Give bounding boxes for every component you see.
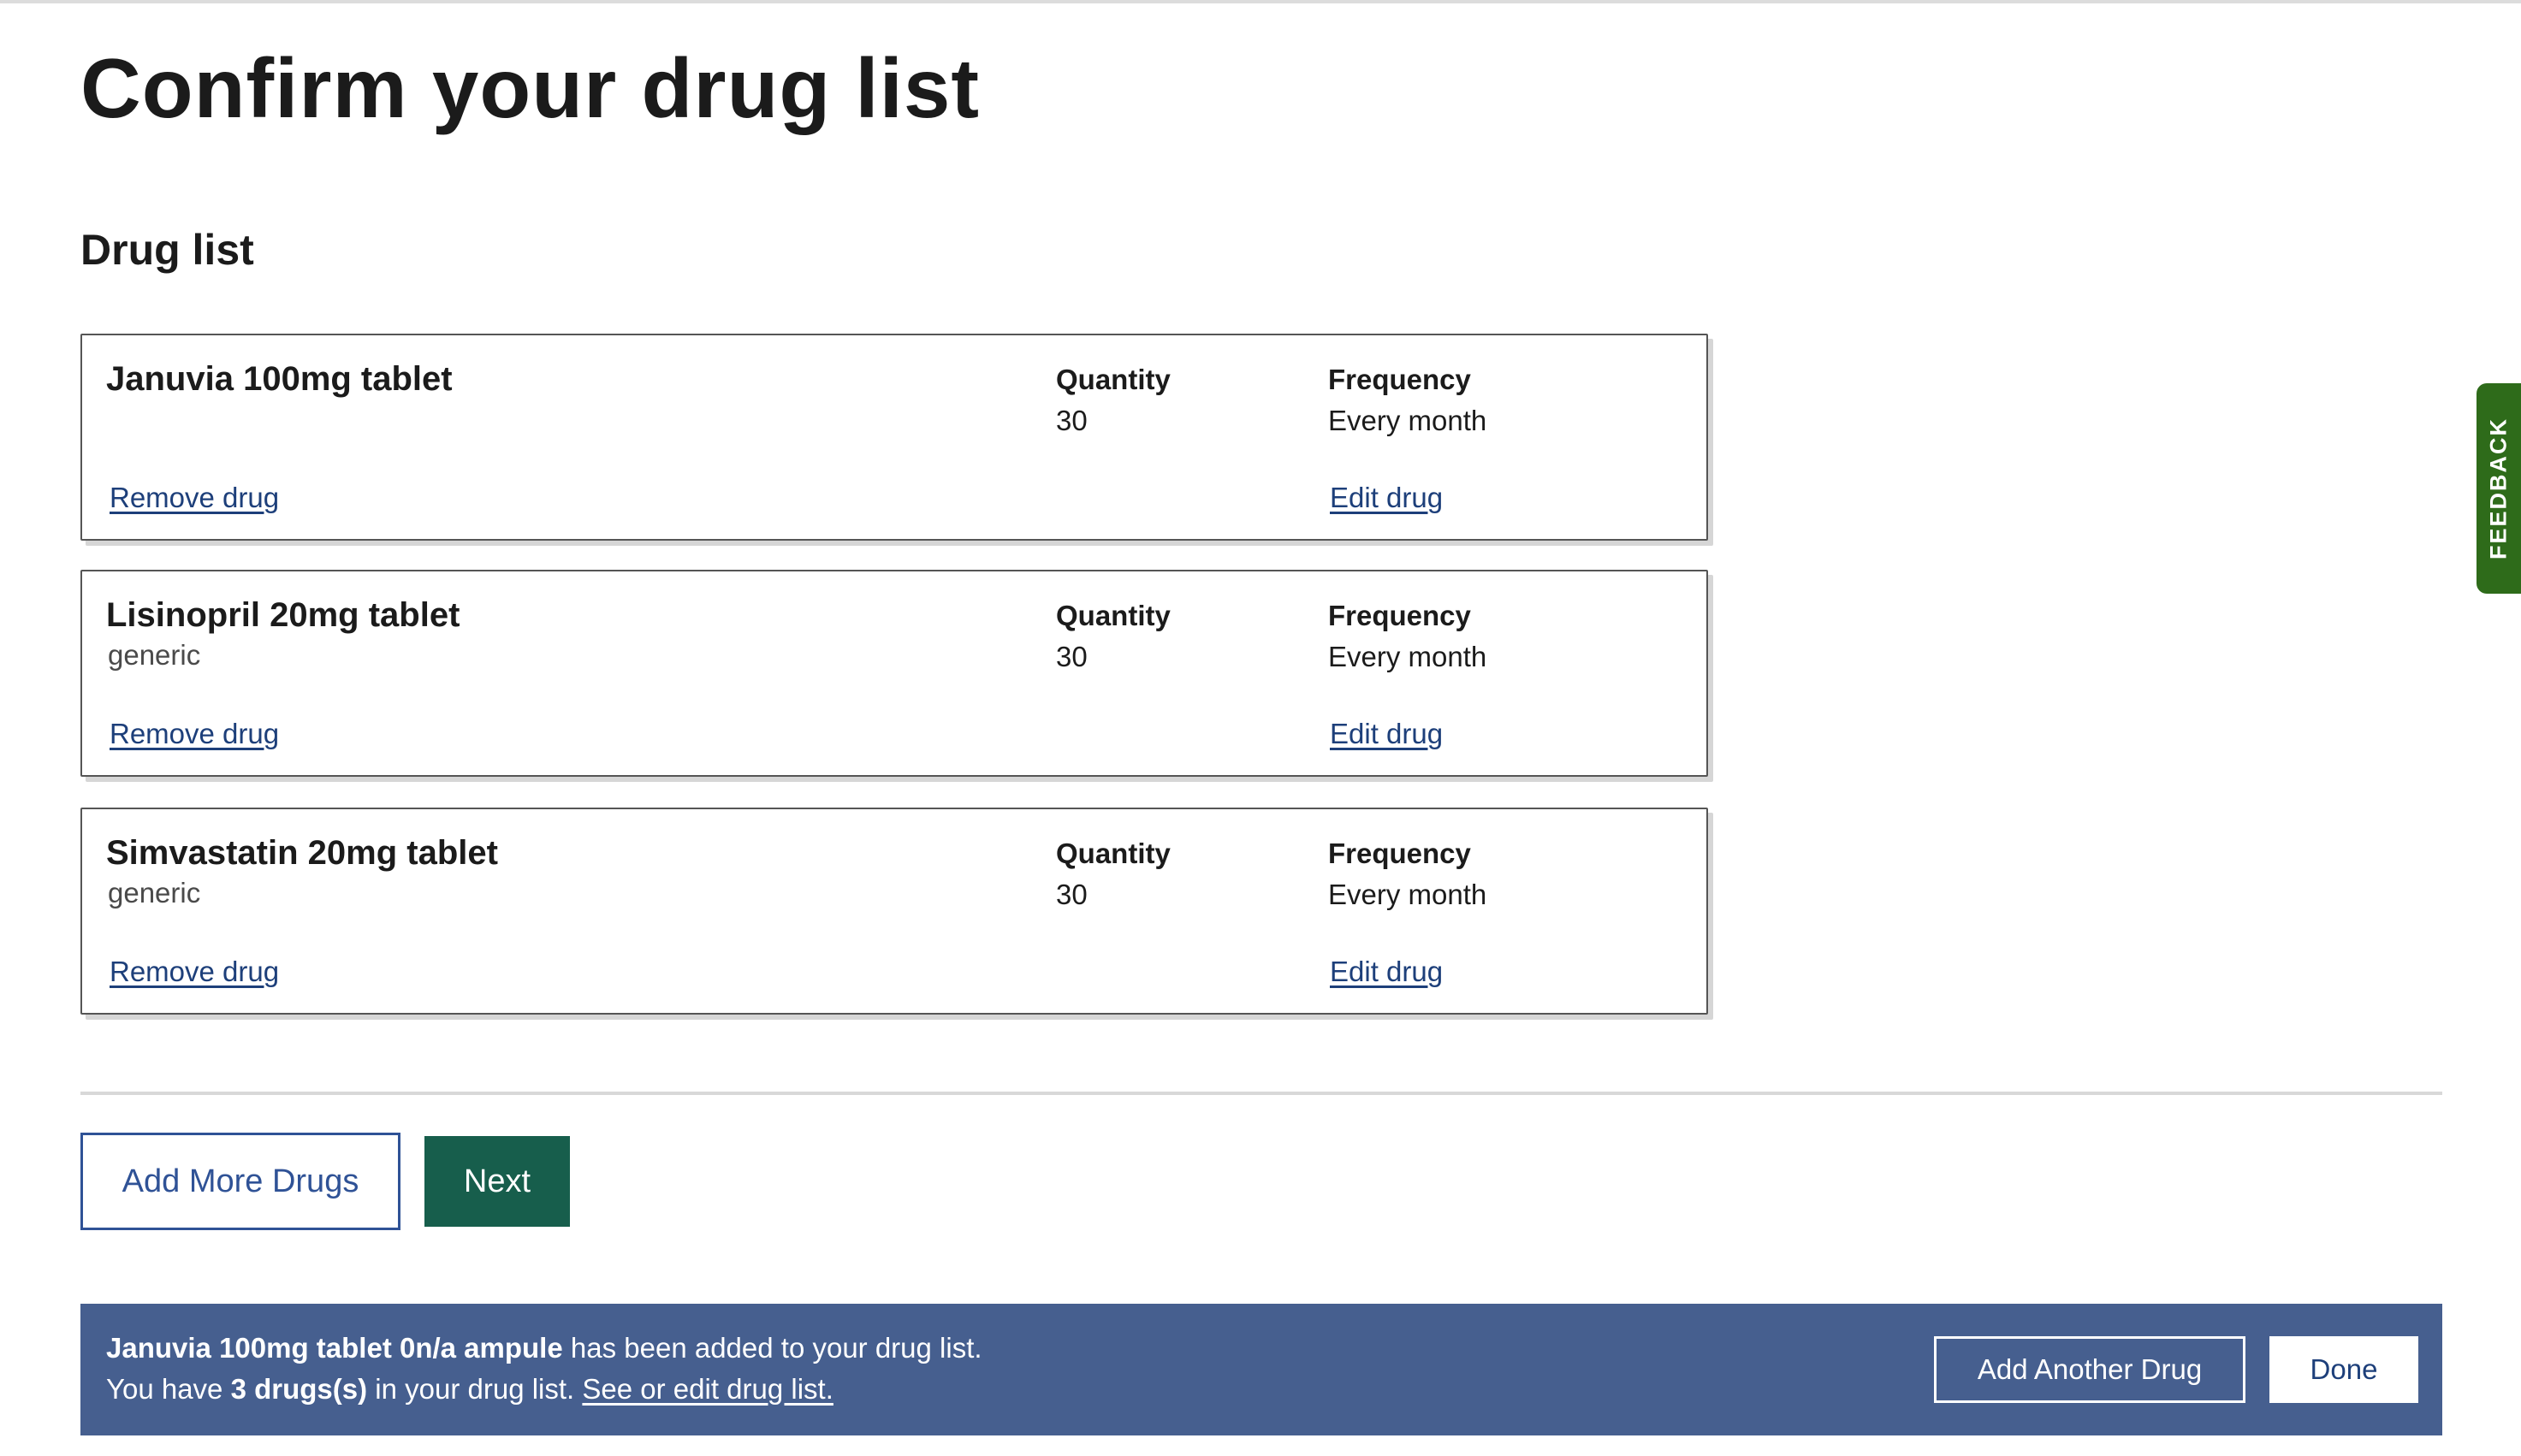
top-border	[0, 0, 2521, 3]
drug-card: Januvia 100mg tablet Quantity 30 Frequen…	[80, 334, 1708, 541]
added-drug-name: Januvia 100mg tablet 0n/a ampule	[106, 1332, 563, 1364]
frequency-value: Every month	[1328, 879, 1487, 910]
notification-count: You have 3 drugs(s) in your drug list. S…	[106, 1370, 833, 1408]
quantity-label: Quantity	[1056, 364, 1171, 395]
frequency-value: Every month	[1328, 405, 1487, 436]
count-prefix-text: You have	[106, 1373, 231, 1405]
quantity-value: 30	[1056, 405, 1088, 436]
remove-drug-link[interactable]: Remove drug	[110, 717, 279, 751]
drug-name: Januvia 100mg tablet	[106, 360, 453, 398]
drug-count: 3 drugs(s)	[230, 1373, 368, 1405]
drug-card: Lisinopril 20mg tablet generic Quantity …	[80, 570, 1708, 777]
page-title: Confirm your drug list	[80, 41, 980, 135]
edit-drug-link[interactable]: Edit drug	[1330, 955, 1443, 989]
drug-type: generic	[108, 877, 201, 909]
remove-drug-link[interactable]: Remove drug	[110, 955, 279, 989]
feedback-tab[interactable]: FEEDBACK	[2477, 383, 2521, 594]
add-more-drugs-button[interactable]: Add More Drugs	[80, 1133, 400, 1230]
drug-added-notification: Januvia 100mg tablet 0n/a ampule has bee…	[80, 1304, 2442, 1435]
drug-name: Simvastatin 20mg tablet	[106, 834, 498, 872]
count-suffix-text: in your drug list.	[367, 1373, 583, 1405]
edit-drug-link[interactable]: Edit drug	[1330, 717, 1443, 751]
drug-name: Lisinopril 20mg tablet	[106, 596, 460, 634]
drug-type: generic	[108, 639, 201, 671]
section-title: Drug list	[80, 226, 254, 274]
add-another-drug-button[interactable]: Add Another Drug	[1934, 1336, 2245, 1403]
frequency-label: Frequency	[1328, 600, 1471, 631]
remove-drug-link[interactable]: Remove drug	[110, 481, 279, 515]
edit-drug-link[interactable]: Edit drug	[1330, 481, 1443, 515]
frequency-label: Frequency	[1328, 364, 1471, 395]
quantity-value: 30	[1056, 879, 1088, 910]
quantity-label: Quantity	[1056, 600, 1171, 631]
see-edit-drug-list-link[interactable]: See or edit drug list.	[582, 1373, 833, 1405]
divider	[80, 1092, 2442, 1095]
frequency-value: Every month	[1328, 641, 1487, 672]
notification-message: Januvia 100mg tablet 0n/a ampule has bee…	[106, 1329, 982, 1367]
quantity-label: Quantity	[1056, 837, 1171, 869]
feedback-label: FEEDBACK	[2485, 417, 2512, 560]
next-button[interactable]: Next	[424, 1136, 570, 1227]
added-suffix-text: has been added to your drug list.	[562, 1332, 982, 1364]
frequency-label: Frequency	[1328, 837, 1471, 869]
drug-card: Simvastatin 20mg tablet generic Quantity…	[80, 808, 1708, 1015]
quantity-value: 30	[1056, 641, 1088, 672]
done-button[interactable]: Done	[2269, 1336, 2418, 1403]
